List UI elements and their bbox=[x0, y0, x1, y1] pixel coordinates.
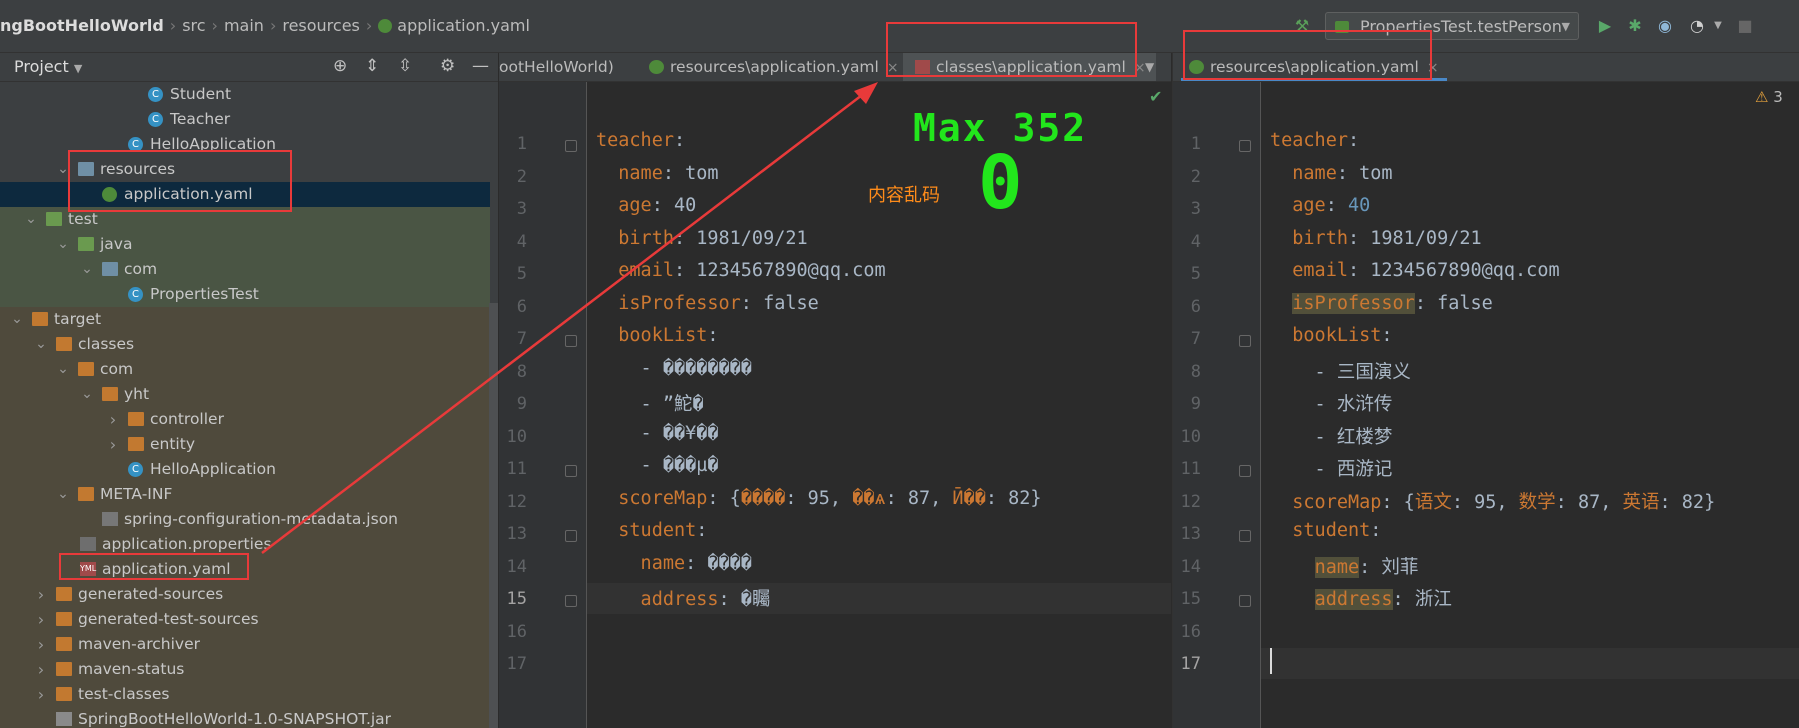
overlay-zero-counter: 0 bbox=[978, 140, 1025, 226]
garbled-note: 内容乱码 bbox=[868, 185, 940, 206]
annotation-arrow bbox=[261, 82, 878, 554]
annotation-arrow-line bbox=[261, 91, 867, 554]
annotation-arrow-head bbox=[854, 82, 878, 104]
